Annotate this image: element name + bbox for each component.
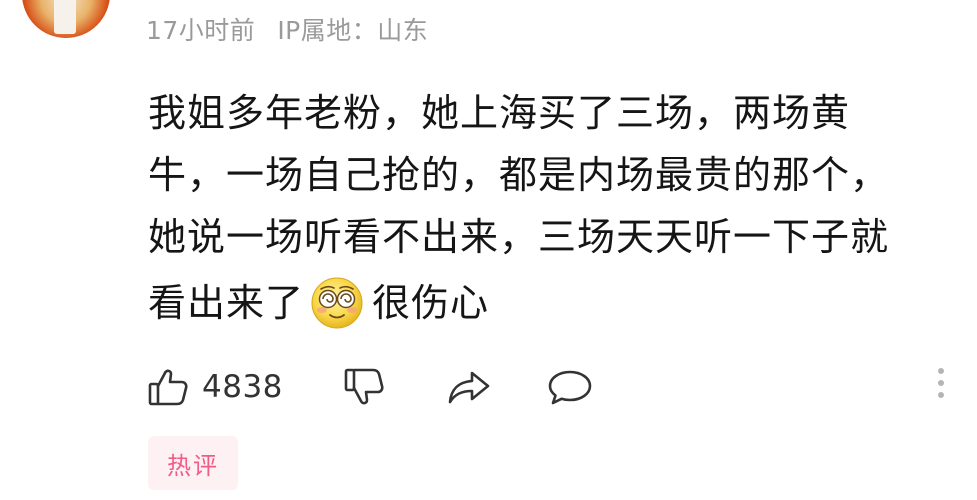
share-button[interactable] xyxy=(446,362,492,412)
share-icon xyxy=(446,365,492,409)
hot-comment-badge: 热评 xyxy=(148,436,238,490)
like-count: 4838 xyxy=(202,369,283,405)
thumbs-down-icon xyxy=(342,365,386,409)
comment-icon xyxy=(546,365,594,409)
comment-text-after-emoji: 很伤心 xyxy=(372,281,490,325)
comment-line: 她说一场听看不出来，三场天天听一下子就 xyxy=(148,215,890,259)
more-dot xyxy=(938,392,944,398)
user-avatar[interactable] xyxy=(22,0,110,38)
ip-location: IP属地：山东 xyxy=(277,16,429,45)
comment-time: 17小时前 xyxy=(146,16,256,45)
thumbs-up-icon xyxy=(146,365,190,409)
reply-button[interactable] xyxy=(546,362,594,412)
comment-text-before-emoji: 看出来了 xyxy=(148,281,305,325)
comment-meta: 17小时前 IP属地：山东 xyxy=(146,11,428,47)
dizzy-eyes-emoji-icon xyxy=(310,276,364,330)
comment-line: 我姐多年老粉，她上海买了三场，两场黄 xyxy=(148,91,851,135)
comment-body: 我姐多年老粉，她上海买了三场，两场黄 牛，一场自己抢的，都是内场最贵的那个， 她… xyxy=(148,82,948,338)
like-button[interactable]: 4838 xyxy=(146,362,283,412)
comment-line: 牛，一场自己抢的，都是内场最贵的那个， xyxy=(148,153,890,197)
more-dot xyxy=(938,368,944,374)
avatar-figure xyxy=(54,0,76,34)
more-vertical-icon[interactable] xyxy=(936,368,946,404)
comment-line-last: 看出来了 很伤心 xyxy=(148,268,948,338)
comment-actions: 4838 xyxy=(146,362,966,412)
more-dot xyxy=(938,380,944,386)
dislike-button[interactable] xyxy=(342,362,386,412)
